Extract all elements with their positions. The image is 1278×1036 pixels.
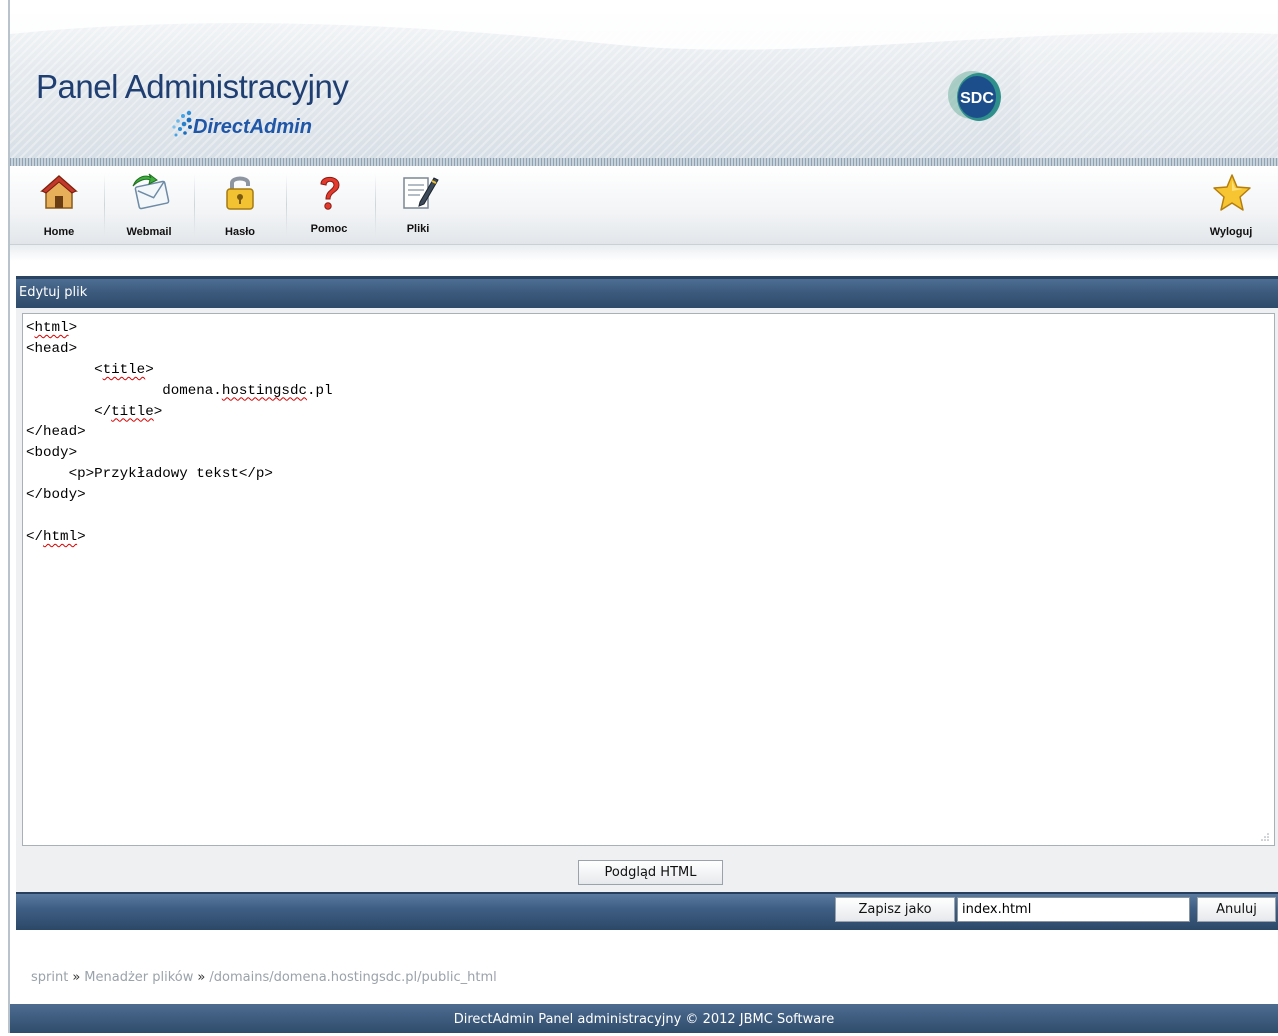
code-line: <title>: [26, 361, 154, 378]
filename-input[interactable]: [957, 897, 1190, 922]
edit-panel-header: Edytuj plik: [16, 276, 1278, 308]
toolbar-home[interactable]: Home: [19, 166, 99, 244]
toolbar-password[interactable]: Hasło: [200, 166, 280, 244]
save-as-button[interactable]: Zapisz jako: [835, 897, 955, 922]
html-preview-button[interactable]: Podgląd HTML: [578, 860, 723, 885]
code-line: <head>: [26, 340, 78, 357]
home-icon: [40, 174, 78, 209]
breadcrumb-link-file-manager[interactable]: Menadżer plików: [84, 970, 193, 985]
toolbar-separator: [375, 174, 376, 236]
webmail-icon: [132, 173, 170, 210]
toolbar-help[interactable]: Pomoc: [289, 166, 369, 244]
footer-copyright: DirectAdmin Panel administracyjny © 2012…: [453, 1012, 835, 1027]
code-line: </html>: [26, 528, 86, 545]
code-line: domena.hostingsdc.pl: [26, 382, 333, 399]
files-icon: [403, 177, 439, 209]
resize-grip-icon[interactable]: [1260, 832, 1270, 842]
toolbar-files-label: Pliki: [406, 223, 430, 235]
breadcrumb-link-path[interactable]: /domains/domena.hostingsdc.pl/public_htm…: [209, 970, 496, 985]
footer: DirectAdmin Panel administracyjny © 2012…: [10, 1004, 1278, 1033]
edit-panel-title: Edytuj plik: [19, 285, 88, 300]
toolbar-shadow: [10, 245, 1278, 261]
toolbar-help-label: Pomoc: [310, 223, 348, 235]
code-line: <html>: [26, 320, 78, 336]
code-line: </head>: [26, 424, 86, 441]
app-title: Panel Administracyjny: [36, 68, 349, 105]
help-icon: [320, 176, 340, 210]
toolbar-home-label: Home: [43, 226, 75, 238]
toolbar-files[interactable]: Pliki: [378, 166, 458, 244]
directadmin-logo-icon: [172, 110, 192, 137]
toolbar-separator: [104, 174, 105, 236]
breadcrumb-separator: »: [197, 970, 206, 985]
file-content-editor[interactable]: <html> <head> <title> domena.hostingsdc.…: [22, 313, 1275, 846]
toolbar-separator: [194, 174, 195, 236]
toolbar-webmail[interactable]: Webmail: [109, 166, 189, 244]
toolbar-logout-label: Wyloguj: [1209, 226, 1253, 238]
cancel-button[interactable]: Anuluj: [1197, 897, 1276, 922]
breadcrumb-link-user[interactable]: sprint: [31, 970, 68, 985]
code-line: <p>Przykładowy tekst</p>: [26, 466, 273, 483]
code-line: </title>: [26, 403, 163, 420]
main-toolbar: Home Webmail Hasło Pomoc Pliki Wyloguj: [10, 166, 1278, 245]
sdc-logo-text: SDC: [960, 90, 994, 107]
code-line: </body>: [26, 487, 86, 504]
toolbar-separator: [286, 174, 287, 236]
toolbar-webmail-label: Webmail: [126, 226, 172, 238]
app-subtitle: DirectAdmin: [193, 116, 312, 138]
code-line: <body>: [26, 445, 78, 462]
breadcrumb: sprint» Menadżer plików»/domains/domena.h…: [31, 970, 497, 985]
star-icon: [1213, 174, 1251, 211]
toolbar-logout[interactable]: Wyloguj: [1191, 166, 1271, 244]
breadcrumb-separator: »: [72, 970, 81, 985]
sdc-logo: SDC: [948, 71, 1001, 121]
lock-icon: [226, 176, 254, 210]
toolbar-password-label: Hasło: [225, 226, 255, 238]
header-stripe: [10, 158, 1278, 166]
